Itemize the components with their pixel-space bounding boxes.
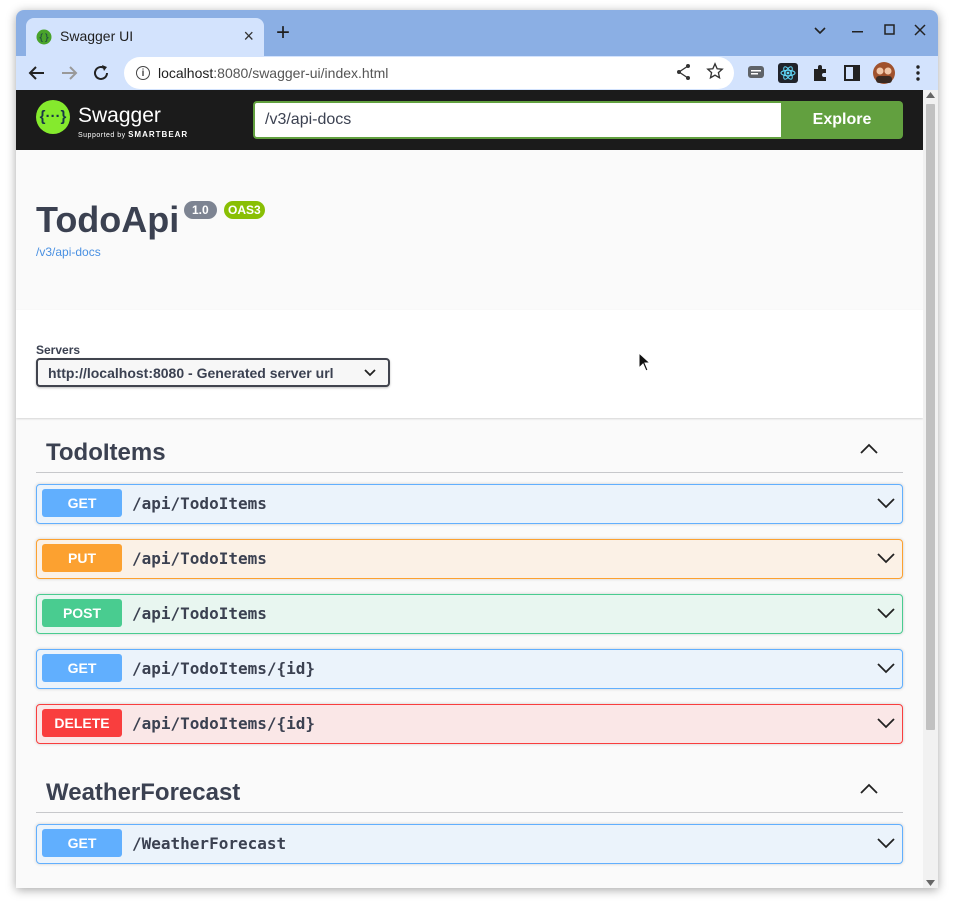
tab-strip: {} Swagger UI × +: [16, 10, 938, 56]
browser-tab[interactable]: {} Swagger UI ×: [26, 18, 264, 56]
operation-path: /api/TodoItems/{id}: [132, 659, 316, 678]
reload-icon[interactable]: [90, 62, 112, 84]
browser-toolbar: i localhost:8080/swagger-ui/index.html: [16, 56, 938, 90]
chevron-down-icon[interactable]: [876, 550, 896, 566]
svg-text:{}: {}: [38, 34, 49, 44]
swagger-logo-icon: {···}: [36, 100, 70, 134]
scroll-up-icon[interactable]: [926, 92, 935, 98]
swagger-favicon-icon: {}: [36, 29, 52, 45]
method-badge: GET: [42, 829, 122, 857]
url-text: localhost:8080/swagger-ui/index.html: [158, 65, 388, 81]
operation-get[interactable]: GET/WeatherForecast: [36, 824, 903, 864]
servers-section: Servers http://localhost:8080 - Generate…: [16, 310, 923, 418]
operation-path: /api/TodoItems: [132, 494, 267, 513]
chevron-up-icon[interactable]: [859, 442, 879, 456]
logo-sub-brand: SMARTBEAR: [128, 130, 189, 139]
extensions-puzzle-icon[interactable]: [810, 63, 830, 83]
chevron-up-icon[interactable]: [859, 782, 879, 796]
logo-sub-prefix: Supported by: [78, 132, 129, 139]
scroll-down-icon[interactable]: [926, 880, 935, 886]
servers-select[interactable]: http://localhost:8080 - Generated server…: [36, 358, 390, 387]
operation-path: /api/TodoItems: [132, 549, 267, 568]
swagger-logo-text: Swagger: [78, 104, 161, 127]
method-badge: DELETE: [42, 709, 122, 737]
spec-link[interactable]: /v3/api-docs: [36, 245, 101, 259]
method-badge: PUT: [42, 544, 122, 572]
chevron-down-icon[interactable]: [876, 835, 896, 851]
chevron-down-icon[interactable]: [876, 715, 896, 731]
method-badge: GET: [42, 654, 122, 682]
operation-post[interactable]: POST/api/TodoItems: [36, 594, 903, 634]
minimize-icon[interactable]: [852, 30, 864, 34]
site-info-icon[interactable]: i: [136, 66, 150, 80]
swagger-logo-subtext: Supported by SMARTBEAR: [78, 130, 188, 139]
chevron-down-icon[interactable]: [876, 660, 896, 676]
url-path: :8080/swagger-ui/index.html: [213, 65, 389, 81]
page-viewport: {···} Swagger Supported by SMARTBEAR Exp…: [16, 90, 923, 888]
servers-selected-value: http://localhost:8080 - Generated server…: [48, 365, 334, 381]
operation-get[interactable]: GET/api/TodoItems/{id}: [36, 649, 903, 689]
extension-chat-icon[interactable]: [746, 63, 766, 83]
tag-name: TodoItems: [46, 439, 166, 466]
page-scrollbar[interactable]: [923, 90, 938, 888]
close-window-icon[interactable]: [914, 24, 926, 36]
chevron-down-icon[interactable]: [876, 495, 896, 511]
operation-path: /api/TodoItems/{id}: [132, 714, 316, 733]
side-panel-icon[interactable]: [842, 63, 862, 83]
api-title: TodoApi: [36, 199, 180, 240]
operation-delete[interactable]: DELETE/api/TodoItems/{id}: [36, 704, 903, 744]
tag-section-0[interactable]: TodoItems: [36, 428, 903, 473]
maximize-icon[interactable]: [884, 24, 896, 36]
share-icon[interactable]: [676, 63, 692, 81]
profile-avatar[interactable]: [872, 61, 896, 85]
method-badge: GET: [42, 489, 122, 517]
operation-path: /api/TodoItems: [132, 604, 267, 623]
operation-put[interactable]: PUT/api/TodoItems: [36, 539, 903, 579]
url-host: localhost: [158, 65, 214, 81]
tab-title: Swagger UI: [60, 28, 134, 44]
oas-badge: OAS3: [224, 201, 265, 219]
spec-url-field[interactable]: [253, 101, 781, 139]
tag-name: WeatherForecast: [46, 779, 241, 806]
react-devtools-icon[interactable]: [778, 63, 798, 83]
browser-menu-icon[interactable]: [908, 63, 928, 83]
scrollbar-thumb[interactable]: [926, 104, 935, 730]
version-badge: 1.0: [184, 201, 217, 219]
address-bar[interactable]: i localhost:8080/swagger-ui/index.html: [124, 57, 734, 89]
forward-arrow-icon[interactable]: [58, 62, 80, 84]
browser-window: {} Swagger UI × + i localhost:8080/swagg…: [16, 10, 938, 888]
tab-search-icon[interactable]: [814, 26, 826, 36]
bookmark-star-icon[interactable]: [706, 61, 724, 81]
swagger-topbar: {···} Swagger Supported by SMARTBEAR Exp…: [16, 90, 923, 150]
method-badge: POST: [42, 599, 122, 627]
api-info: TodoApi 1.0 OAS3 /v3/api-docs: [16, 150, 923, 310]
tag-section-1[interactable]: WeatherForecast: [36, 768, 903, 813]
servers-label: Servers: [36, 343, 81, 357]
chevron-down-icon: [364, 369, 376, 377]
explore-button[interactable]: Explore: [781, 101, 903, 139]
back-arrow-icon[interactable]: [26, 62, 48, 84]
new-tab-icon[interactable]: +: [276, 20, 290, 46]
operation-path: /WeatherForecast: [132, 834, 287, 853]
mouse-cursor-icon: [638, 352, 652, 372]
operation-get[interactable]: GET/api/TodoItems: [36, 484, 903, 524]
tab-close-icon[interactable]: ×: [243, 26, 254, 46]
spec-url-input[interactable]: [255, 103, 775, 137]
chevron-down-icon[interactable]: [876, 605, 896, 621]
